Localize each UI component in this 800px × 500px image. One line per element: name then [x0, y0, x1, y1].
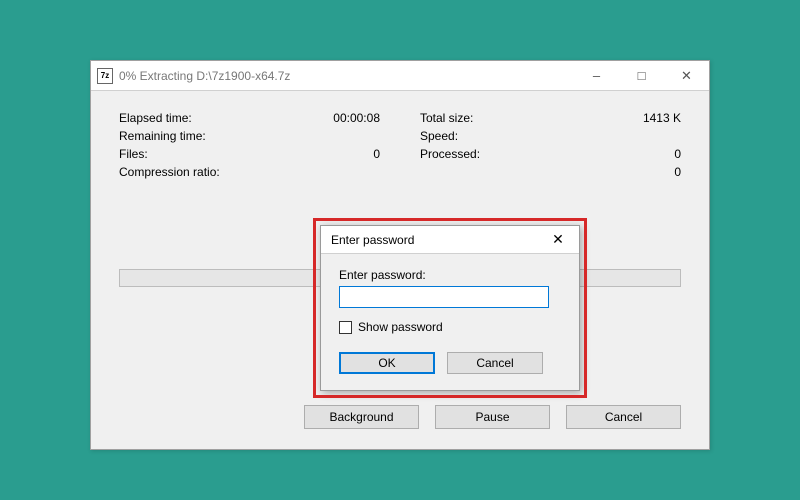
- password-field-label: Enter password:: [339, 268, 561, 282]
- pause-button[interactable]: Pause: [435, 405, 550, 429]
- remaining-time-label: Remaining time:: [119, 129, 320, 143]
- password-input[interactable]: [339, 286, 549, 308]
- dialog-title: Enter password: [331, 233, 414, 247]
- elapsed-time-label: Elapsed time:: [119, 111, 320, 125]
- close-button[interactable]: ✕: [664, 61, 709, 90]
- dialog-body: Enter password: Show password OK Cancel: [321, 254, 579, 390]
- app-icon: 7z: [97, 68, 113, 84]
- dialog-close-button[interactable]: ✕: [543, 231, 573, 248]
- total-size-value: 1413 K: [621, 111, 681, 125]
- cancel-button[interactable]: Cancel: [566, 405, 681, 429]
- password-dialog: Enter password ✕ Enter password: Show pa…: [320, 225, 580, 391]
- processed-label: Processed:: [420, 147, 621, 161]
- speed-label: Speed:: [420, 129, 621, 143]
- files-label: Files:: [119, 147, 320, 161]
- compression-ratio-value: [320, 165, 380, 179]
- dialog-cancel-button[interactable]: Cancel: [447, 352, 543, 374]
- show-password-checkbox[interactable]: [339, 321, 352, 334]
- elapsed-time-value: 00:00:08: [320, 111, 380, 125]
- titlebar[interactable]: 7z 0% Extracting D:\7z1900-x64.7z – □ ✕: [91, 61, 709, 91]
- remaining-time-value: [320, 129, 380, 143]
- window-title: 0% Extracting D:\7z1900-x64.7z: [119, 69, 290, 83]
- speed-value: [621, 129, 681, 143]
- row4-right-value: 0: [621, 165, 681, 179]
- stats-grid: Elapsed time: 00:00:08 Total size: 1413 …: [119, 111, 681, 179]
- bottom-button-row: Background Pause Cancel: [304, 405, 681, 429]
- dialog-titlebar[interactable]: Enter password ✕: [321, 226, 579, 254]
- total-size-label: Total size:: [420, 111, 621, 125]
- compression-ratio-label: Compression ratio:: [119, 165, 320, 179]
- show-password-label: Show password: [358, 320, 443, 334]
- minimize-button[interactable]: –: [574, 61, 619, 90]
- show-password-row[interactable]: Show password: [339, 320, 561, 334]
- files-value: 0: [320, 147, 380, 161]
- ok-button[interactable]: OK: [339, 352, 435, 374]
- background-button[interactable]: Background: [304, 405, 419, 429]
- maximize-button[interactable]: □: [619, 61, 664, 90]
- row4-right-label: [420, 165, 621, 179]
- processed-value: 0: [621, 147, 681, 161]
